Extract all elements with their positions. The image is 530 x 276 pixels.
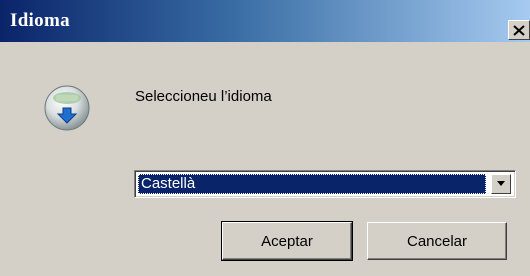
installer-globe-icon: [44, 85, 90, 131]
close-button[interactable]: [508, 20, 530, 40]
title-bar[interactable]: Idioma: [0, 0, 530, 42]
language-dialog: Idioma Seleccioneu l’idioma Castellà Ace…: [0, 0, 530, 276]
language-select[interactable]: Castellà: [134, 170, 516, 198]
close-icon: [513, 24, 525, 36]
accept-button[interactable]: Aceptar: [221, 221, 353, 261]
language-prompt: Seleccioneu l’idioma: [135, 88, 272, 105]
cancel-button[interactable]: Cancelar: [367, 222, 507, 260]
language-select-value[interactable]: Castellà: [138, 174, 486, 194]
chevron-down-icon: [497, 181, 505, 186]
dropdown-button[interactable]: [491, 174, 511, 194]
window-title: Idioma: [10, 10, 70, 31]
